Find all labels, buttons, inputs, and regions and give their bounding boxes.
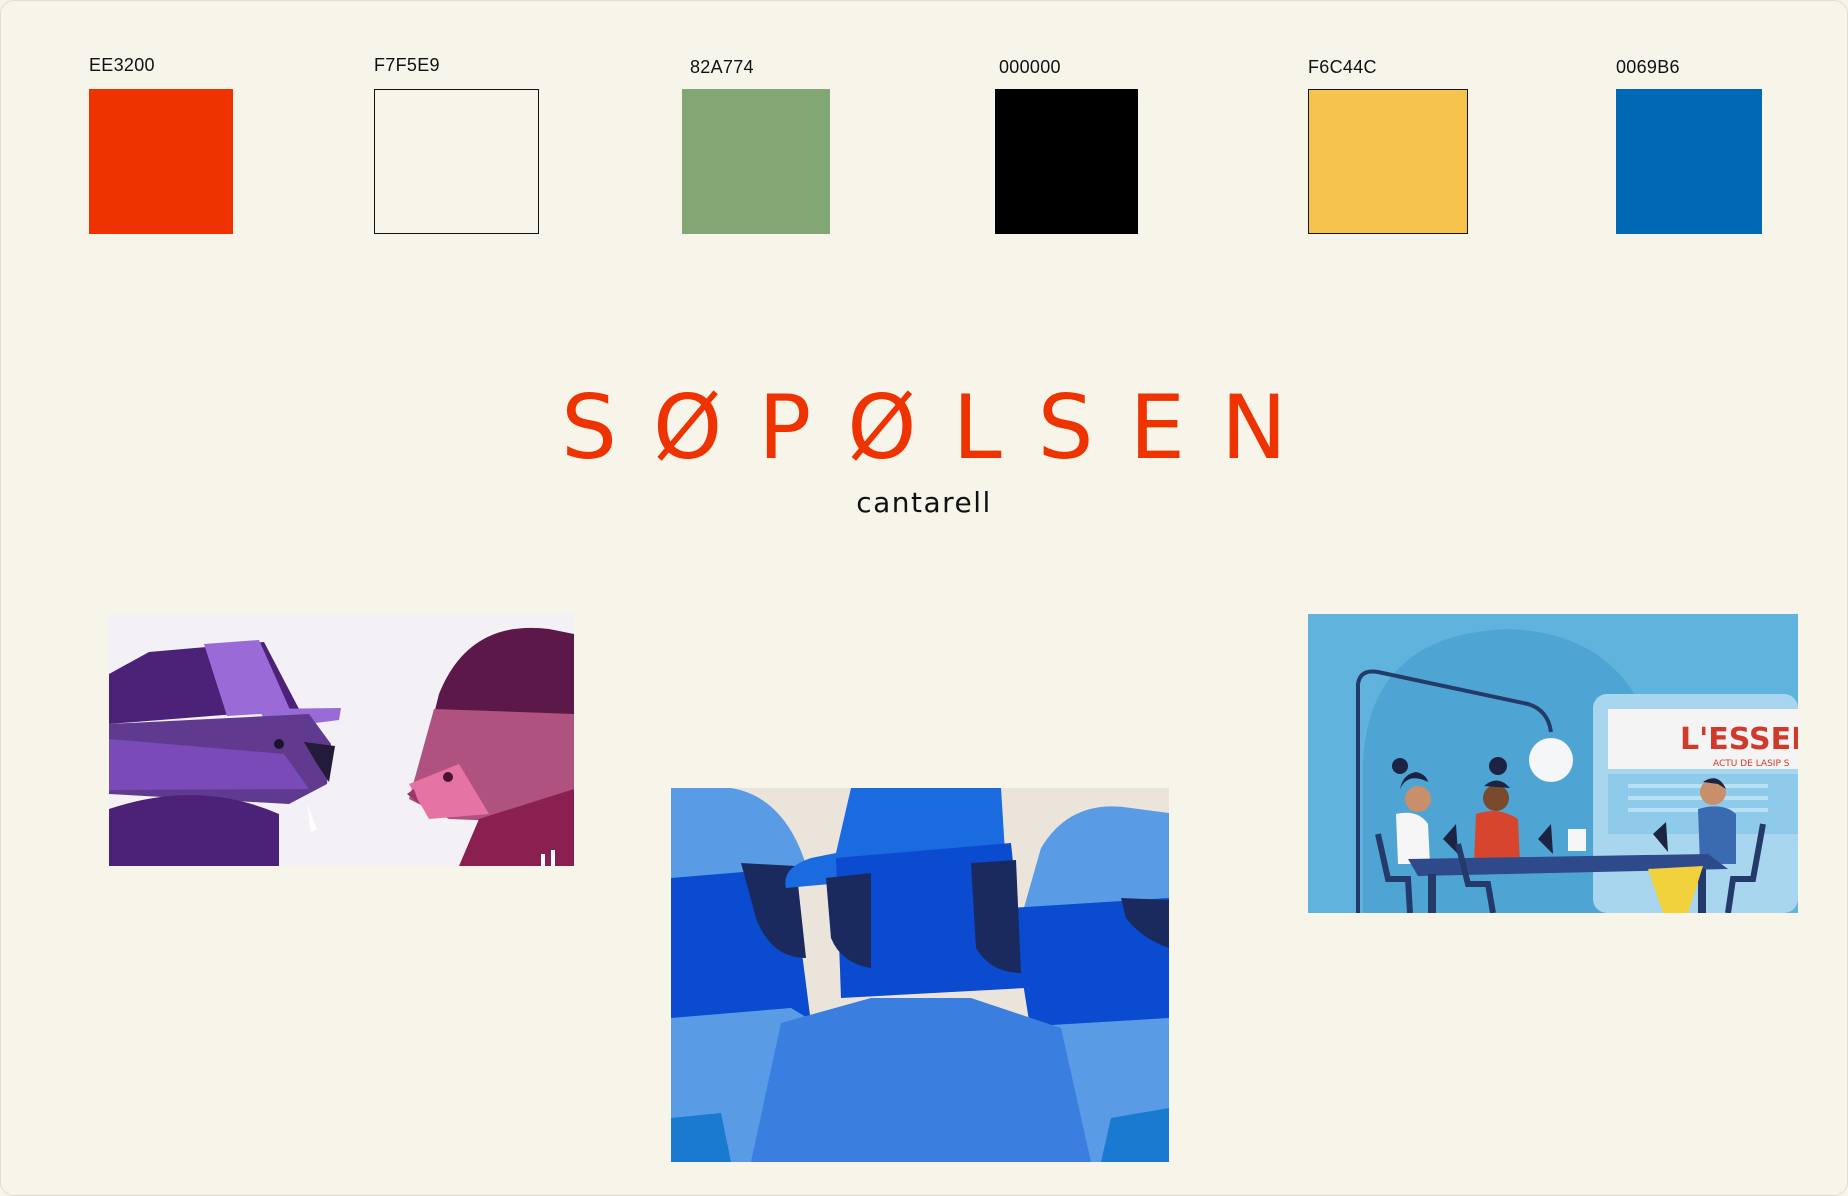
sign-headline: L'ESSENT xyxy=(1680,722,1798,757)
swatch-color-4 xyxy=(995,89,1138,234)
figures-art xyxy=(671,788,1169,1162)
three-figures-in-blue-illustration xyxy=(671,788,1169,1162)
two-animals-in-caps-illustration xyxy=(109,614,574,866)
swatch-color-1 xyxy=(89,89,233,234)
swatch-code-6: 0069B6 xyxy=(1616,57,1680,77)
swatch-color-5 xyxy=(1308,89,1468,234)
swatch-code-5: F6C44C xyxy=(1308,57,1377,77)
brand-wordmark: SØPØLSEN xyxy=(561,376,1323,479)
swatch-code-4: 000000 xyxy=(999,57,1061,77)
swatch-color-2 xyxy=(374,89,539,234)
meeting-art: L'ESSENT ACTU DE LASIP S xyxy=(1308,614,1798,913)
swatch-color-3 xyxy=(682,89,830,234)
swatch-code-3: 82A774 xyxy=(690,57,754,77)
brand-typeface-label: cantarell xyxy=(856,486,992,519)
sign-subtitle: ACTU DE LASIP S xyxy=(1713,759,1790,769)
brand-block: SØPØLSEN cantarell xyxy=(0,376,1848,520)
swatch-color-6 xyxy=(1616,89,1762,234)
swatch-code-1: EE3200 xyxy=(89,55,155,75)
animals-art xyxy=(109,614,574,866)
meeting-table-illustration: L'ESSENT ACTU DE LASIP S xyxy=(1308,614,1798,913)
swatch-code-2: F7F5E9 xyxy=(374,55,440,75)
